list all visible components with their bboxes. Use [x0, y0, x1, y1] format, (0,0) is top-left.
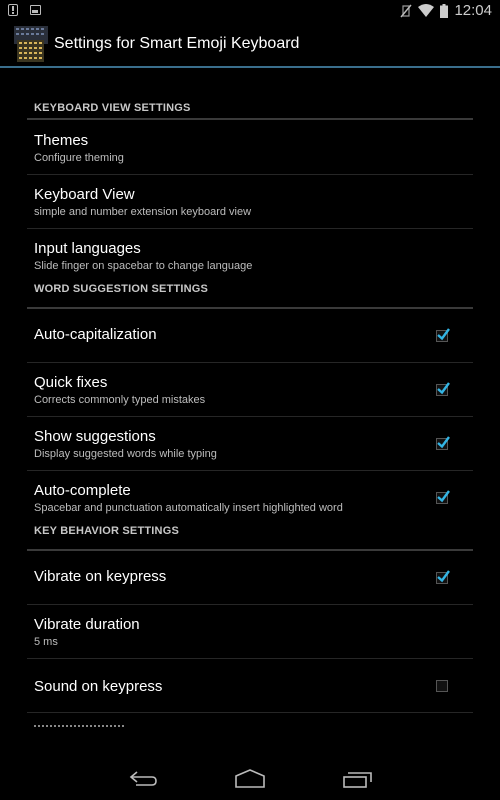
- home-icon[interactable]: [234, 768, 266, 790]
- app-title: Settings for Smart Emoji Keyboard: [54, 35, 300, 52]
- section-header-key-behavior: KEY BEHAVIOR SETTINGS: [27, 525, 473, 551]
- pref-title: Keyboard View: [34, 186, 135, 203]
- pref-auto-complete[interactable]: Auto-complete Spacebar and punctuation a…: [27, 471, 473, 525]
- status-bar: 12:04: [0, 0, 500, 22]
- pref-summary: Slide finger on spacebar to change langu…: [34, 260, 253, 272]
- pref-title: Input languages: [34, 240, 141, 257]
- pref-input-languages[interactable]: Input languages Slide finger on spacebar…: [27, 229, 473, 283]
- pref-auto-capitalization[interactable]: Auto-capitalization: [27, 309, 473, 363]
- preferences-list[interactable]: KEYBOARD VIEW SETTINGS Themes Configure …: [27, 68, 473, 729]
- recent-apps-icon[interactable]: [342, 768, 374, 790]
- checkmark-icon: [437, 382, 450, 395]
- pref-title: Sound on keypress: [34, 678, 163, 695]
- wifi-icon: [418, 4, 435, 17]
- section-header-keyboard-view: KEYBOARD VIEW SETTINGS: [27, 68, 473, 120]
- section-header-word-suggestion: WORD SUGGESTION SETTINGS: [27, 283, 473, 309]
- navigation-bar: [0, 760, 500, 800]
- pref-quick-fixes[interactable]: Quick fixes Corrects commonly typed mist…: [27, 363, 473, 417]
- pref-summary: Display suggested words while typing: [34, 448, 217, 460]
- auto-complete-checkbox[interactable]: [436, 490, 450, 504]
- pref-partial-next-item[interactable]: [27, 713, 473, 729]
- pref-title: Themes: [34, 132, 89, 149]
- emoji-keyboard-app-icon[interactable]: [14, 26, 48, 62]
- pref-title: Auto-capitalization: [34, 326, 157, 343]
- pref-vibrate-on-keypress[interactable]: Vibrate on keypress: [27, 551, 473, 605]
- checkmark-icon: [437, 490, 450, 503]
- pref-title: Auto-complete: [34, 482, 131, 499]
- checkmark-icon: [437, 570, 450, 583]
- pref-vibrate-duration[interactable]: Vibrate duration 5 ms: [27, 605, 473, 659]
- partially-visible-item: [34, 725, 124, 729]
- quick-fixes-checkbox[interactable]: [436, 382, 450, 396]
- pref-summary: Configure theming: [34, 152, 124, 164]
- vibrate-on-keypress-checkbox[interactable]: [436, 570, 450, 584]
- checkmark-icon: [437, 436, 450, 449]
- pref-title: Show suggestions: [34, 428, 156, 445]
- pref-title: Vibrate on keypress: [34, 568, 167, 585]
- auto-capitalization-checkbox[interactable]: [436, 328, 450, 342]
- pref-summary: 5 ms: [34, 636, 58, 648]
- battery-icon: [440, 3, 449, 18]
- pref-summary: Spacebar and punctuation automatically i…: [34, 502, 343, 514]
- checkmark-icon: [437, 328, 450, 341]
- pref-keyboard-view[interactable]: Keyboard View simple and number extensio…: [27, 175, 473, 229]
- action-bar: Settings for Smart Emoji Keyboard: [0, 22, 500, 68]
- pref-themes[interactable]: Themes Configure theming: [27, 120, 473, 175]
- status-clock: 12:04: [454, 2, 492, 19]
- pref-summary: simple and number extension keyboard vie…: [34, 206, 252, 218]
- pref-summary: Corrects commonly typed mistakes: [34, 394, 206, 406]
- alert-notification-icon: [8, 4, 18, 16]
- pref-show-suggestions[interactable]: Show suggestions Display suggested words…: [27, 417, 473, 471]
- vibrate-off-icon: [400, 4, 412, 17]
- pref-sound-on-keypress[interactable]: Sound on keypress: [27, 659, 473, 713]
- back-icon[interactable]: [128, 768, 160, 790]
- image-notification-icon: [30, 5, 41, 15]
- pref-title: Vibrate duration: [34, 616, 140, 633]
- sound-on-keypress-checkbox[interactable]: [436, 680, 448, 692]
- show-suggestions-checkbox[interactable]: [436, 436, 450, 450]
- pref-title: Quick fixes: [34, 374, 108, 391]
